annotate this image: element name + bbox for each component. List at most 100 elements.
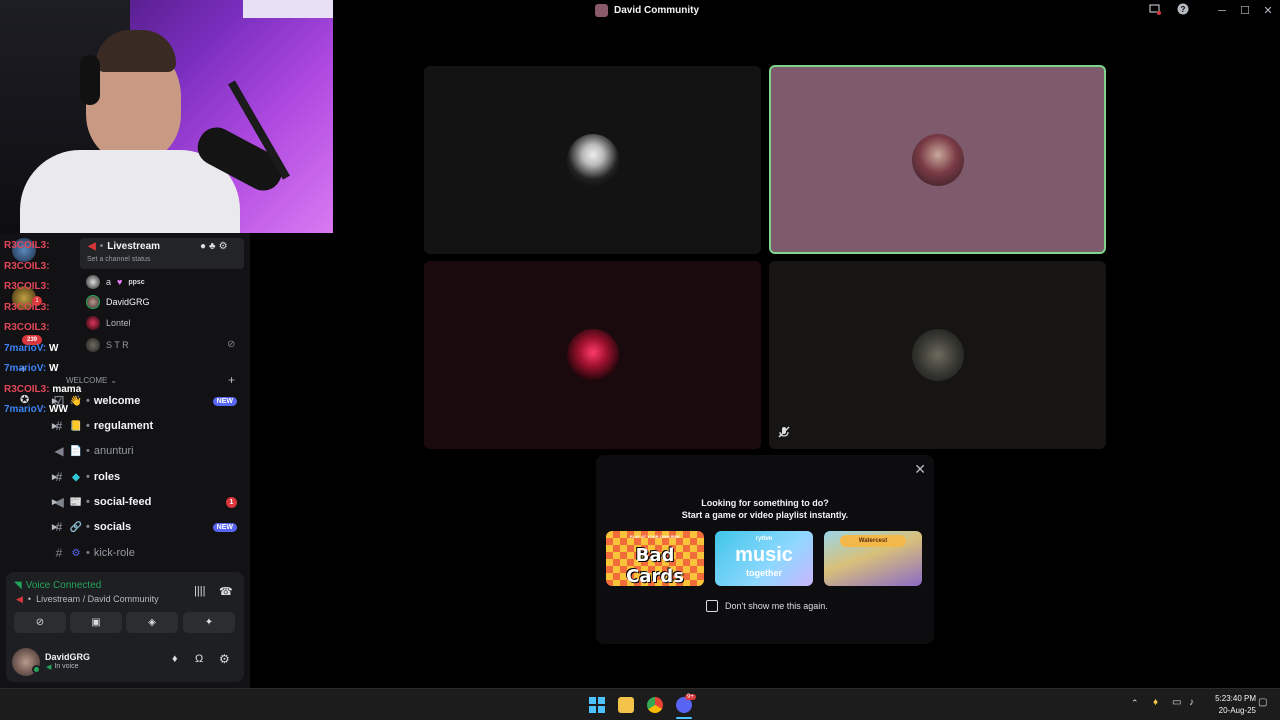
volume-icon[interactable]: ♪ — [1189, 697, 1194, 708]
voice-channel-actions: ● ♣ ⚙ — [200, 241, 228, 252]
disconnect-icon[interactable]: ☎ — [219, 585, 233, 598]
ceiling-shape — [243, 0, 333, 18]
voice-member[interactable]: DavidGRG — [86, 293, 150, 311]
taskbar: 9+ ⌃ ♦ ▭ ♪ 5:23:40 PM 20-Aug-25 ▢ — [0, 688, 1280, 720]
participant-tile-speaking[interactable] — [769, 65, 1106, 254]
dont-show-again[interactable]: Don't show me this again. — [706, 600, 828, 612]
heart-icon: ♥ — [117, 277, 123, 287]
channel-kick-role[interactable]: # ⚙ • kick-role — [50, 542, 245, 564]
channel-emoji: 🔗 — [69, 521, 83, 533]
chat-message: 7marioV: W — [4, 363, 59, 374]
voice-member[interactable]: S T R — [86, 336, 129, 354]
headphones-icon[interactable]: Ω — [195, 653, 203, 665]
voice-member[interactable]: a ♥ ppsc — [86, 273, 145, 291]
channel-anunturi[interactable]: ◀ 📄 • anunturi — [50, 440, 245, 462]
chat-message: 7marioV: WW — [4, 404, 68, 415]
voice-member[interactable]: Lontel — [86, 314, 131, 332]
card-title: music — [735, 544, 793, 566]
avatar — [566, 329, 619, 381]
chevron-down-icon: ⌄ — [110, 376, 118, 385]
file-explorer-icon[interactable] — [618, 697, 634, 713]
member-name: a — [106, 277, 112, 287]
clock-time[interactable]: 5:23:40 PM — [1208, 694, 1256, 703]
member-tag: ppsc — [128, 278, 145, 286]
participant-tile[interactable] — [424, 66, 761, 254]
notification-icon[interactable]: ▢ — [1258, 697, 1267, 708]
signal-icon: ◥ — [14, 580, 22, 591]
avatar — [911, 133, 964, 186]
member-name: DavidGRG — [106, 297, 150, 307]
channel-socials[interactable]: ▶ # 🔗 • socials NEW — [50, 516, 245, 538]
voice-location-text: Livestream / David Community — [36, 594, 159, 604]
checkbox-label: Don't show me this again. — [725, 601, 828, 611]
activity-card-music-together[interactable]: rythm music together — [715, 531, 813, 586]
activities-button[interactable]: ◈ — [126, 612, 178, 633]
mention-badge: 1 — [226, 496, 237, 508]
participant-tile[interactable] — [424, 261, 761, 449]
online-status-icon — [32, 665, 41, 674]
chat-icon[interactable]: ● — [200, 241, 206, 252]
window-title-text: David Community — [614, 5, 700, 16]
activity-card-watercest[interactable]: Watercest — [824, 531, 922, 586]
text-channel-icon: # — [55, 546, 63, 560]
screenshare-button[interactable]: ▣ — [70, 612, 122, 633]
camera-button[interactable]: ⊘ — [14, 612, 66, 633]
settings-icon[interactable]: ⚙ — [219, 241, 228, 252]
activity-card-bad-cards[interactable]: PLAY AT YOUR OWN RISK Bad Cards — [606, 531, 704, 586]
channel-name: social-feed — [93, 496, 152, 508]
soundboard-button[interactable]: ✦ — [183, 612, 235, 633]
webcam-overlay — [0, 0, 333, 233]
chat-message: R3COIL3: — [4, 302, 50, 313]
chrome-icon[interactable] — [647, 697, 663, 713]
avatar — [86, 316, 100, 330]
chat-message: R3COIL3: — [4, 281, 50, 292]
popup-close-icon[interactable]: ✕ — [914, 461, 926, 478]
maximize-button[interactable]: ☐ — [1237, 3, 1253, 19]
chevron-up-icon[interactable]: ⌃ — [1131, 698, 1139, 709]
avatar — [86, 295, 100, 309]
microphone-in-use-icon[interactable]: ♦ — [1153, 697, 1158, 708]
channel-emoji: ◆ — [72, 471, 80, 483]
help-icon[interactable]: ? — [1175, 3, 1191, 19]
hair-shape — [96, 30, 176, 72]
close-button[interactable]: ✕ — [1260, 3, 1276, 19]
minimize-button[interactable]: ─ — [1214, 3, 1230, 19]
inbox-icon[interactable] — [1147, 3, 1163, 19]
channel-name: roles — [93, 471, 121, 483]
channel-roles[interactable]: ▶ # ◆ • roles — [50, 466, 245, 488]
card-subtitle: together — [746, 568, 782, 578]
invite-icon[interactable]: ♣ — [209, 241, 216, 252]
unread-caret: ▶ — [52, 474, 58, 481]
new-badge: NEW — [212, 522, 237, 532]
channel-emoji: ⚙ — [71, 547, 81, 559]
checkbox[interactable] — [706, 600, 718, 612]
svg-text:?: ? — [1181, 5, 1186, 14]
voice-status[interactable]: ◥ Voice Connected — [14, 580, 101, 591]
network-icon[interactable]: ▭ — [1172, 697, 1181, 708]
channel-status-placeholder[interactable]: Set a channel status — [87, 256, 150, 263]
active-indicator — [676, 717, 692, 719]
channel-regulament[interactable]: ▶ # 📒 • regulament — [50, 415, 245, 437]
clock-date[interactable]: 20-Aug-25 — [1208, 706, 1256, 715]
card-title: Watercest — [840, 535, 906, 547]
soundboard-icon: ✦ — [204, 617, 214, 628]
unread-caret: ▶ — [52, 423, 58, 430]
add-channel-button[interactable]: + — [228, 373, 235, 387]
windows-start-icon[interactable] — [589, 697, 605, 713]
microphone-icon[interactable]: ♦ — [172, 653, 178, 665]
window-title: David Community — [595, 4, 699, 17]
card-title: Bad Cards — [626, 545, 684, 586]
popup-subheading: Start a game or video playlist instantly… — [681, 510, 849, 520]
channel-name: kick-role — [93, 547, 135, 559]
voice-location[interactable]: ◀ • Livestream / David Community — [16, 594, 159, 605]
member-name: S T R — [106, 340, 129, 350]
user-settings-icon[interactable]: ⚙ — [219, 652, 230, 666]
muted-mic-icon — [777, 425, 791, 444]
channel-social-feed[interactable]: ▶ ◀ 📰 • social-feed 1 — [50, 491, 245, 513]
participant-tile[interactable] — [769, 261, 1106, 449]
announcement-channel-icon: ◀ — [54, 444, 64, 458]
username: DavidGRG — [45, 652, 91, 662]
noise-suppression-icon[interactable]: |||| — [194, 585, 205, 597]
server-icon — [595, 4, 608, 17]
speaker-icon: ◀ — [16, 594, 23, 604]
